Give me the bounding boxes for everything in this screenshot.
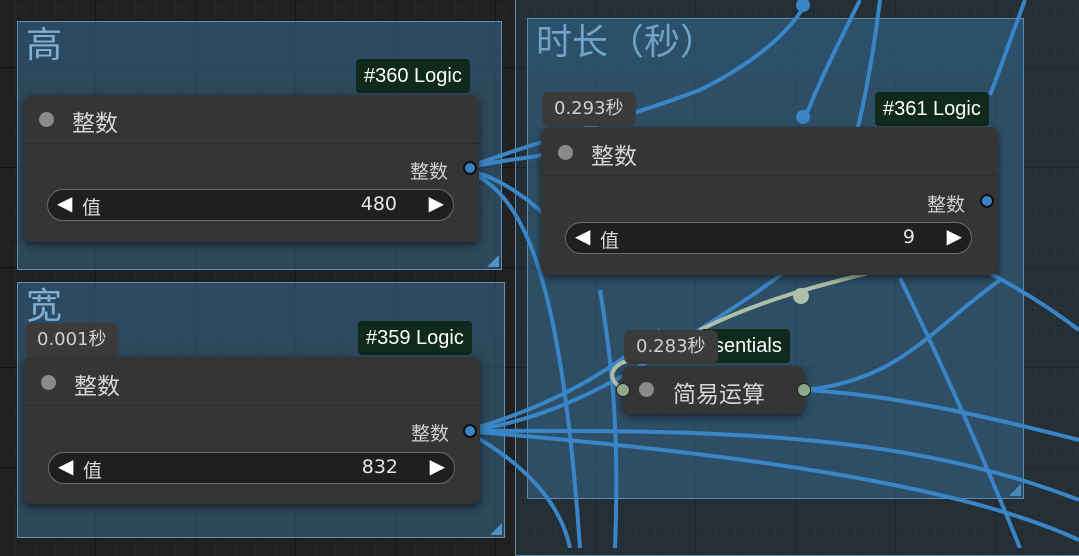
node-359-timer: 0.001秒 <box>25 323 119 357</box>
node-361-timer: 0.293秒 <box>542 92 636 126</box>
wire <box>699 268 881 332</box>
wire <box>804 388 1079 442</box>
collapse-dot-icon[interactable] <box>558 145 573 160</box>
increment-arrow-icon[interactable]: ▶ <box>429 191 444 215</box>
decrement-arrow-icon[interactable]: ◀ <box>58 454 73 478</box>
node-360-badge: #360 Logic <box>356 59 470 93</box>
wire <box>464 429 1079 542</box>
widget-label: 值 <box>82 197 102 219</box>
widget-value[interactable]: 480 <box>317 193 397 215</box>
node-360-output-label: 整数 <box>409 161 448 183</box>
node-361-output-label: 整数 <box>926 194 965 216</box>
node-360-header[interactable]: 整数 <box>24 95 479 144</box>
wire <box>803 0 862 119</box>
node-359-badge: #359 Logic <box>358 321 472 355</box>
decrement-arrow-icon[interactable]: ◀ <box>57 191 72 215</box>
node-359-output-port[interactable] <box>463 424 477 438</box>
increment-arrow-icon[interactable]: ▶ <box>947 224 962 248</box>
widget-value[interactable]: 832 <box>318 456 398 478</box>
node-360-output-port[interactable] <box>463 161 477 175</box>
simple-math-timer: 0.283秒 <box>624 330 718 364</box>
simple-math-title: 简易运算 <box>673 382 765 408</box>
widget-label: 值 <box>83 460 103 482</box>
widget-label: 值 <box>600 230 620 252</box>
increment-arrow-icon[interactable]: ▶ <box>430 454 445 478</box>
node-360-title: 整数 <box>72 111 118 137</box>
node-361-title: 整数 <box>591 144 637 170</box>
node-359-integer[interactable]: 整数 整数 ◀ 值 832 ▶ <box>24 357 480 504</box>
wire <box>804 278 1002 392</box>
simple-math-output-port[interactable] <box>797 383 811 397</box>
node-359-value-widget[interactable]: ◀ 值 832 ▶ <box>48 452 455 484</box>
wire <box>988 0 1027 96</box>
node-361-value-widget[interactable]: ◀ 值 9 ▶ <box>565 222 972 254</box>
wire-reroute-dot <box>793 288 809 304</box>
node-361-output-port[interactable] <box>980 194 994 208</box>
widget-value[interactable]: 9 <box>835 226 915 248</box>
collapse-dot-icon[interactable] <box>41 375 56 390</box>
simple-math-input-port[interactable] <box>616 383 630 397</box>
wire <box>598 289 619 548</box>
node-361-integer[interactable]: 整数 整数 ◀ 值 9 ▶ <box>541 127 998 275</box>
collapse-dot-icon[interactable] <box>639 382 654 397</box>
collapse-dot-icon[interactable] <box>39 112 54 127</box>
node-361-header[interactable]: 整数 <box>541 127 998 176</box>
node-361-badge: #361 Logic <box>875 92 989 126</box>
wire-reroute-dot <box>796 110 810 124</box>
simple-math-node[interactable]: 简易运算 <box>616 366 811 414</box>
wire-reroute-dot <box>796 0 810 12</box>
node-360-integer[interactable]: 整数 整数 ◀ 值 480 ▶ <box>24 95 479 242</box>
decrement-arrow-icon[interactable]: ◀ <box>575 224 590 248</box>
node-359-header[interactable]: 整数 <box>24 357 480 406</box>
node-359-title: 整数 <box>74 374 120 400</box>
wire <box>464 429 572 548</box>
node-359-output-label: 整数 <box>410 423 449 445</box>
node-360-value-widget[interactable]: ◀ 值 480 ▶ <box>47 189 454 221</box>
